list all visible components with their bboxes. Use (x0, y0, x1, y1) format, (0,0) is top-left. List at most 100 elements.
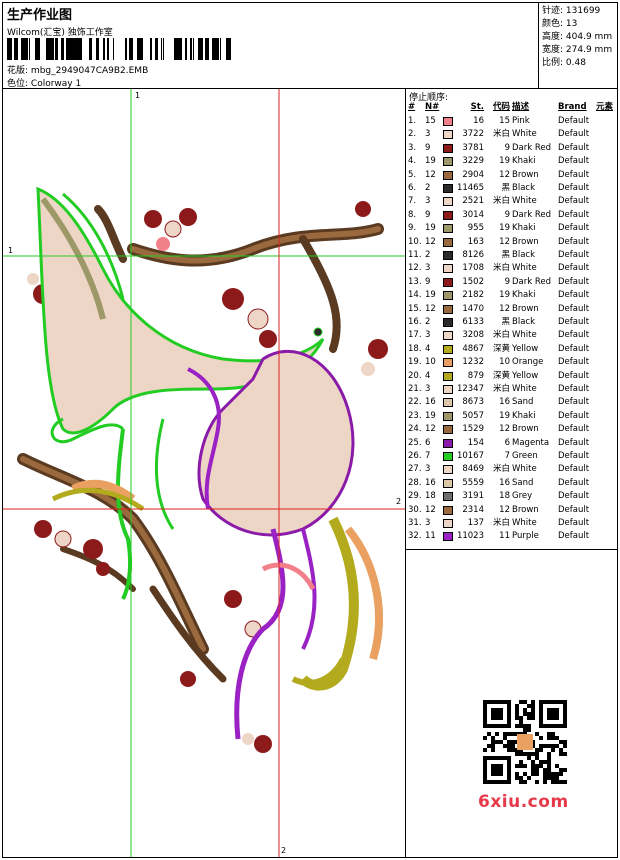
table-row: 7. 3 2521 米白 White Default (406, 195, 617, 208)
row-brand: Default (558, 116, 590, 126)
stop-sequence-panel: 停止顺序: # N# St. 代码 描述 Brand 元素 1. 15 16 15 Pi… (406, 89, 617, 550)
row-needle: 4 (425, 343, 431, 354)
barcode-bar (68, 38, 71, 60)
qr-module (547, 768, 551, 772)
row-needle: 12 (425, 424, 436, 435)
table-row: 32. 11 11023 11 Purple Default (406, 530, 617, 543)
row-desc: Sand (512, 397, 534, 408)
color-swatch (443, 264, 453, 274)
color-swatch (443, 452, 453, 461)
barcode-bar (38, 38, 40, 60)
row-index: 25. (408, 437, 422, 448)
row-stitches: 2521 (462, 196, 484, 207)
page-title: 生产作业图 (7, 8, 73, 23)
row-index: 11. (408, 250, 422, 260)
row-code: 7 (504, 451, 510, 461)
qr-module (547, 760, 551, 764)
table-row: 17. 3 3208 米白 White Default (406, 329, 617, 342)
qr-module (519, 720, 523, 724)
row-desc: Sand (512, 477, 534, 488)
barcode-bar (74, 38, 75, 60)
color-swatch (443, 291, 453, 301)
qr-module (511, 744, 515, 748)
row-index: 32. (408, 531, 422, 542)
row-index: 3. (408, 142, 417, 153)
row-needle: 2 (425, 250, 431, 260)
color-swatch (443, 385, 453, 394)
qr-module (511, 748, 515, 752)
stat-height: 高度: 404.9 mm (542, 32, 613, 42)
color-swatch (443, 519, 453, 528)
qr-module (487, 744, 491, 748)
qr-module (539, 736, 543, 740)
qr-module (515, 752, 519, 756)
barcode-bar (29, 38, 30, 60)
table-row: 18. 4 4867 深黄 Yellow Default (406, 343, 617, 356)
row-index: 10. (408, 236, 422, 247)
barcode-bar (125, 38, 127, 60)
barcode-bar (212, 38, 214, 60)
table-row: 5. 12 2904 12 Brown Default (406, 169, 617, 182)
row-needle: 4 (425, 370, 431, 381)
row-index: 21. (408, 384, 422, 394)
qr-module (507, 744, 511, 748)
row-stitches: 4867 (462, 343, 484, 354)
row-brand: Default (558, 223, 590, 234)
row-desc: Brown (512, 236, 539, 247)
row-brand: Default (558, 437, 590, 448)
qr-module (519, 700, 523, 704)
qr-module (491, 744, 495, 748)
qr-module (515, 712, 519, 716)
row-index: 27. (408, 464, 422, 475)
table-row: 3. 9 3781 9 Dark Red Default (406, 142, 617, 155)
qr-module (531, 700, 535, 704)
color-swatch (443, 358, 453, 368)
barcode-bar (186, 38, 187, 60)
row-desc: Brown (512, 504, 539, 515)
row-needle: 16 (425, 397, 436, 408)
colorway-label: 色位: (7, 79, 29, 89)
row-needle: 12 (425, 169, 436, 180)
qr-module (535, 752, 539, 756)
barcode-bar (193, 38, 194, 60)
qr-module (539, 760, 543, 764)
row-code: 9 (504, 276, 510, 287)
qr-module (555, 780, 559, 784)
row-needle: 9 (425, 142, 431, 153)
row-needle: 9 (425, 209, 431, 220)
col-header-code: 代码 (492, 102, 510, 112)
qr-module (555, 744, 559, 748)
qr-module (515, 724, 519, 728)
row-stitches: 3229 (462, 156, 484, 167)
color-swatch (443, 304, 453, 314)
table-row: 21. 3 12347 米白 White Default (406, 383, 617, 396)
qr-module (547, 736, 551, 740)
qr-module (543, 772, 547, 776)
row-brand: Default (558, 424, 590, 435)
qr-module (563, 752, 567, 756)
qr-module (527, 724, 531, 728)
row-desc: Yellow (512, 343, 539, 354)
row-index: 30. (408, 504, 422, 515)
qr-module (559, 740, 563, 744)
axis-label-v2: 2 (281, 846, 287, 855)
row-brand: Default (558, 317, 590, 327)
row-code: 深黄 (492, 370, 510, 381)
watermark: 6xiu.com (478, 792, 569, 812)
stat-scale: 比例: 0.48 (542, 58, 586, 68)
barcode-bar (89, 38, 92, 60)
stat-colors: 颜色: 13 (542, 19, 578, 29)
row-desc: White (512, 464, 537, 475)
row-desc: Khaki (512, 410, 536, 421)
row-brand: Default (558, 357, 590, 368)
table-row: 30. 12 2314 12 Brown Default (406, 504, 617, 517)
qr-module (495, 740, 499, 744)
row-index: 24. (408, 424, 422, 435)
qr-module (507, 740, 511, 744)
row-brand: Default (558, 156, 590, 167)
row-brand: Default (558, 290, 590, 301)
qr-module (551, 772, 555, 776)
table-row: 28. 16 5559 16 Sand Default (406, 477, 617, 490)
row-stitches: 8469 (462, 464, 484, 475)
qr-module (511, 740, 515, 744)
